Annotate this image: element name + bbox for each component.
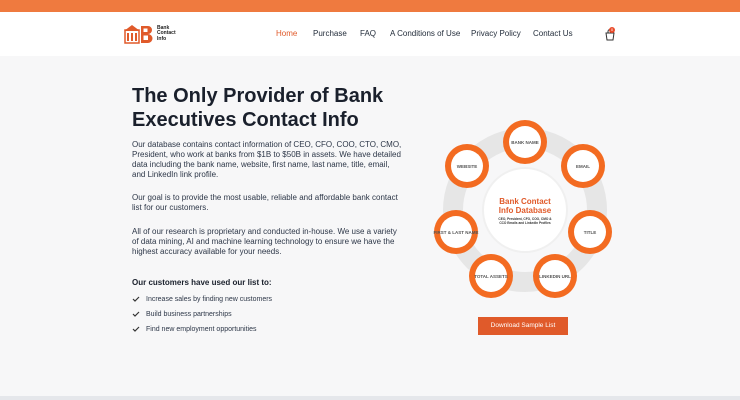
svg-text:EMAIL: EMAIL — [576, 164, 590, 169]
node-website: WEBSITE — [445, 144, 489, 188]
svg-text:FIRST & LAST NAME: FIRST & LAST NAME — [434, 230, 479, 235]
top-accent-bar — [0, 0, 740, 12]
svg-text:BANK NAME: BANK NAME — [511, 140, 539, 145]
diagram-center-title-1: Bank Contact — [499, 197, 551, 206]
node-total-assets: TOTAL ASSETS — [469, 254, 513, 298]
diagram-center-title-2: Info Database — [499, 206, 552, 215]
svg-text:LINKEDIN URL: LINKEDIN URL — [539, 274, 571, 279]
page-title: The Only Provider of Bank Executives Con… — [132, 85, 384, 131]
list-item: Build business partnerships — [132, 310, 232, 318]
logo[interactable]: Bank Contact Info — [124, 24, 181, 44]
svg-text:TOTAL ASSETS: TOTAL ASSETS — [474, 274, 508, 279]
nav-home[interactable]: Home — [276, 29, 297, 38]
cart-count-badge: 0 — [609, 27, 615, 33]
check-icon — [132, 326, 140, 332]
nav-conditions-of-use[interactable]: A Conditions of Use — [390, 29, 460, 38]
nav-faq[interactable]: FAQ — [360, 29, 376, 38]
diagram-center-subtitle-2: CCO Emails and LinkedIn Profiles — [499, 221, 551, 225]
node-title: TITLE — [568, 210, 612, 254]
node-bank-name: BANK NAME — [503, 120, 547, 164]
page-bottom-edge — [0, 396, 740, 400]
node-email: EMAIL — [561, 144, 605, 188]
list-heading: Our customers have used our list to: — [132, 278, 272, 287]
nav-purchase[interactable]: Purchase — [313, 29, 347, 38]
research-paragraph: All of our research is proprietary and c… — [132, 227, 397, 256]
nav-privacy-policy[interactable]: Privacy Policy — [471, 29, 521, 38]
database-fields-diagram: Bank Contact Info Database CEO, Presiden… — [434, 120, 612, 298]
svg-text:TITLE: TITLE — [584, 230, 597, 235]
check-icon — [132, 311, 140, 317]
list-item: Find new employment opportunities — [132, 325, 257, 333]
node-linkedin-url: LINKEDIN URL — [533, 254, 577, 298]
bank-logo-icon — [124, 25, 153, 44]
list-item: Increase sales by finding new customers — [132, 295, 272, 303]
nav-contact-us[interactable]: Contact Us — [533, 29, 573, 38]
svg-text:WEBSITE: WEBSITE — [457, 164, 478, 169]
intro-paragraph: Our database contains contact informatio… — [132, 140, 402, 179]
goal-paragraph: Our goal is to provide the most usable, … — [132, 193, 398, 212]
download-sample-list-button[interactable]: Download Sample List — [478, 317, 568, 335]
logo-text: Bank Contact Info — [157, 24, 176, 42]
check-icon — [132, 296, 140, 302]
